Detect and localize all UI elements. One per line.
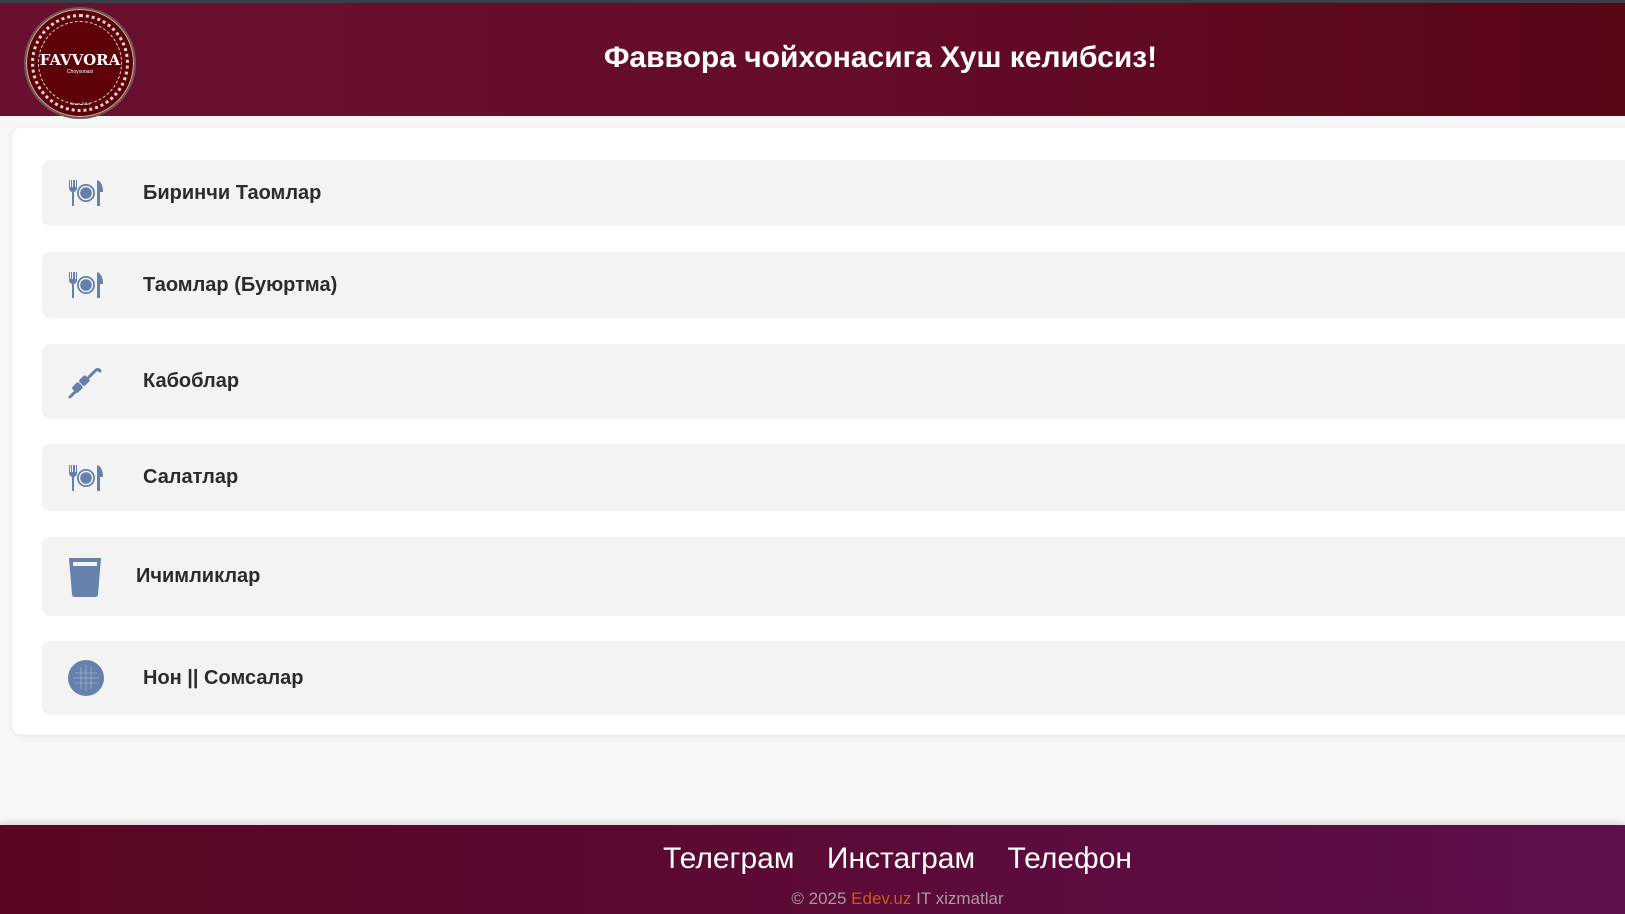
plate-utensils-icon [67,459,105,497]
menu-item-label: Нон || Сомсалар [143,666,304,689]
bread-icon [67,659,105,697]
edev-link[interactable]: Edev.uz [851,889,911,908]
menu-item-drinks[interactable]: Ичимликлар [42,537,1625,616]
menu-item-order-dishes[interactable]: Таомлар (Буюртма) [42,252,1625,318]
menu-item-bread-samsa[interactable]: Нон || Сомсалар [42,641,1625,715]
logo[interactable]: Favvora Choyxonasi Since 2014 [24,7,136,119]
menu-item-label: Салатлар [143,466,239,488]
menu-item-kebabs[interactable]: Кабоблар [42,344,1625,419]
menu-item-label: Кабоблар [143,370,240,392]
copyright: © 2025 Edev.uz IT xizmatlar [0,889,1625,909]
menu-item-label: Ичимликлар [136,565,261,587]
page-title: Фаввора чойхонасига Хуш келибсиз! [603,41,1158,74]
instagram-link[interactable]: Инстаграм [827,842,975,875]
menu-item-salads[interactable]: Салатлар [42,444,1625,511]
footer: Телеграм Инстаграм Телефон © 2025 Edev.u… [0,825,1625,914]
menu-item-label: Биринчи Таомлар [143,181,322,204]
header: Favvora Choyxonasi Since 2014 Фаввора чо… [0,0,1625,119]
logo-subtitle: Choyxonasi [66,69,94,75]
glass-icon [66,557,104,597]
plate-utensils-icon [67,266,105,304]
telegram-link[interactable]: Телеграм [663,842,794,875]
logo-since: Since 2014 [69,101,90,106]
logo-name: Favvora [39,51,121,69]
menu-item-first-courses[interactable]: Биринчи Таомлар [42,160,1625,226]
copyright-suffix: IT xizmatlar [916,889,1004,908]
menu-card: Биринчи Таомлар Таомлар (Буюртма) Кабобл… [12,128,1625,735]
phone-link[interactable]: Телефон [1008,842,1132,875]
skewer-icon [67,363,105,401]
plate-utensils-icon [67,174,105,212]
copyright-year: © 2025 [791,889,847,908]
menu-item-label: Таомлар (Буюртма) [143,273,338,296]
